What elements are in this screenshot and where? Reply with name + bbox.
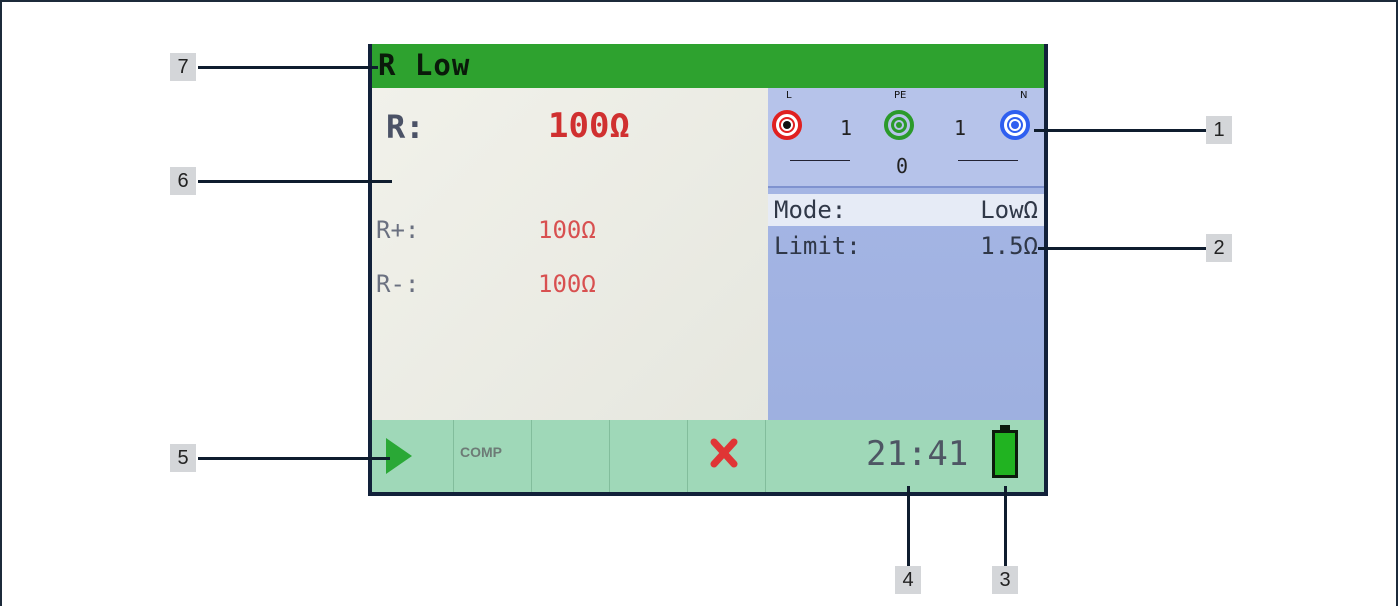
softkey-empty-1[interactable] <box>532 420 610 492</box>
mode-label: Mode: <box>774 196 847 224</box>
limit-setting[interactable]: Limit: 1.5Ω <box>768 230 1044 262</box>
wire-pe-n <box>958 160 1018 161</box>
battery-icon <box>992 430 1018 478</box>
terminal-pe-icon <box>884 110 914 140</box>
comp-button-label: COMP <box>460 444 502 460</box>
callout-1: 1 <box>1206 116 1232 144</box>
cancel-button[interactable] <box>688 420 766 492</box>
callout-line-4 <box>907 486 910 566</box>
terminal-count-right: 1 <box>954 116 967 140</box>
r-minus-value: 100Ω <box>538 270 596 298</box>
close-icon <box>710 438 738 468</box>
wire-l-pe <box>790 160 850 161</box>
main-result-value: 100Ω <box>548 106 630 146</box>
results-panel: R: 100Ω R+: 100Ω R-: 100Ω <box>372 88 768 420</box>
mode-setting[interactable]: Mode: LowΩ <box>768 194 1044 226</box>
limit-value: 1.5Ω <box>980 232 1038 260</box>
terminal-count-bottom: 0 <box>896 154 909 178</box>
terminal-count-left: 1 <box>840 116 853 140</box>
r-plus-label: R+: <box>376 216 420 244</box>
play-icon <box>386 438 412 474</box>
callout-7: 7 <box>170 53 196 81</box>
softkey-empty-2[interactable] <box>610 420 688 492</box>
main-result-label: R: <box>386 108 425 146</box>
function-title: R Low <box>378 48 471 82</box>
terminal-n-label: N <box>1020 90 1028 101</box>
callout-line-1 <box>1034 129 1206 132</box>
clock-time: 21:41 <box>866 434 969 474</box>
softkey-bar: COMP 21:41 <box>372 420 1044 492</box>
r-minus-label: R-: <box>376 270 420 298</box>
callout-line-5 <box>198 457 390 460</box>
terminal-panel: L 1 PE 1 N 0 <box>768 88 1044 188</box>
callout-line-2 <box>1038 247 1206 250</box>
r-plus-value: 100Ω <box>538 216 596 244</box>
title-bar: R Low <box>372 44 1044 88</box>
start-button[interactable] <box>372 420 454 492</box>
terminal-l-icon <box>772 110 802 140</box>
terminal-pe-label: PE <box>894 90 907 101</box>
settings-panel: L 1 PE 1 N 0 Mode: LowΩ Limit: 1.5Ω <box>768 88 1044 420</box>
mode-value: LowΩ <box>980 196 1038 224</box>
callout-6: 6 <box>170 167 196 195</box>
limit-label: Limit: <box>774 232 861 260</box>
terminal-l-label: L <box>786 90 792 101</box>
callout-2: 2 <box>1206 234 1232 262</box>
callout-line-7 <box>198 66 378 69</box>
callout-line-3 <box>1004 486 1007 566</box>
callout-3: 3 <box>992 566 1018 594</box>
callout-5: 5 <box>170 444 196 472</box>
comp-button[interactable]: COMP <box>454 420 532 492</box>
callout-4: 4 <box>895 566 921 594</box>
terminal-n-icon <box>1000 110 1030 140</box>
callout-line-6 <box>198 180 392 183</box>
